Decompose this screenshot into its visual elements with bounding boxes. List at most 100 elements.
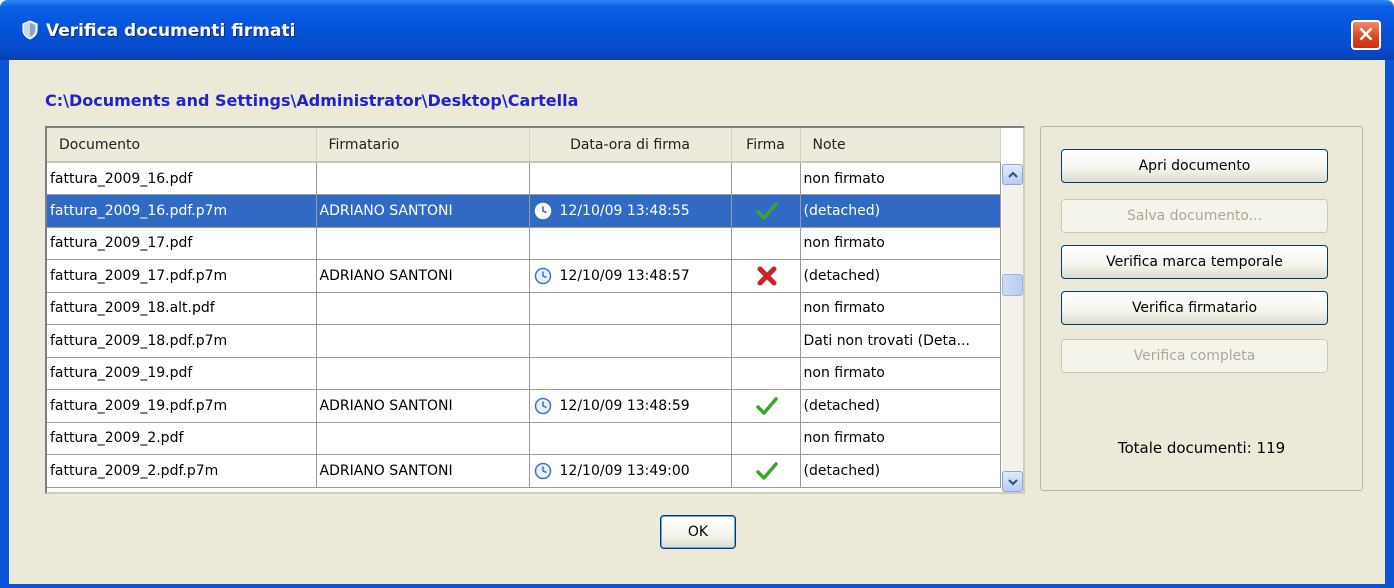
cell-firmatario[interactable] <box>316 227 530 260</box>
cell-note[interactable]: non firmato <box>800 162 1001 195</box>
cell-firmatario[interactable] <box>316 162 530 195</box>
cell-data-ora[interactable] <box>529 324 732 358</box>
folder-path: C:\Documents and Settings\Administrator\… <box>45 91 579 110</box>
cell-note[interactable]: non firmato <box>800 292 1001 325</box>
timestamp: 12/10/09 13:48:55 <box>533 202 731 220</box>
cell-firma[interactable] <box>731 454 801 488</box>
table-row[interactable]: fattura_2009_17.pdf non firmato <box>47 227 1001 260</box>
column-header-firma[interactable]: Firma <box>731 128 801 163</box>
cell-note[interactable]: non firmato <box>800 422 1001 455</box>
timestamp: 12/10/09 13:48:59 <box>533 397 731 415</box>
cell-firma[interactable] <box>731 422 801 455</box>
ok-button[interactable]: OK <box>660 515 736 549</box>
cell-data-ora[interactable] <box>529 292 732 325</box>
cell-data-ora[interactable] <box>529 227 732 260</box>
table-row[interactable]: fattura_2009_19.pdf.p7m ADRIANO SANTONI 12… <box>47 389 1001 423</box>
signature-valid-icon <box>756 397 778 415</box>
timestamp-text: 12/10/09 13:48:55 <box>559 202 690 219</box>
documents-grid: Documento Firmatario Data-ora di firma F… <box>47 128 1001 488</box>
chevron-up-icon <box>1007 171 1018 178</box>
documents-table: Documento Firmatario Data-ora di firma F… <box>45 126 1025 494</box>
table-row[interactable]: fattura_2009_16.pdf.p7m ADRIANO SANTONI 12… <box>47 194 1001 228</box>
table-row[interactable]: fattura_2009_16.pdf non firmato <box>47 162 1001 195</box>
cell-firmatario[interactable] <box>316 422 530 455</box>
cell-firmatario[interactable] <box>316 357 530 390</box>
verify-signer-button[interactable]: Verifica firmatario <box>1061 291 1328 325</box>
cell-firma[interactable] <box>731 292 801 325</box>
cell-firma[interactable] <box>731 259 801 293</box>
close-icon: × <box>1356 22 1376 47</box>
cell-documento[interactable]: fattura_2009_18.pdf.p7m <box>47 324 317 358</box>
save-document-button[interactable]: Salva documento... <box>1061 199 1328 233</box>
cell-firmatario[interactable]: ADRIANO SANTONI <box>316 259 530 293</box>
scroll-up-button[interactable] <box>1002 164 1023 185</box>
table-row[interactable]: fattura_2009_2.pdf non firmato <box>47 422 1001 455</box>
cell-documento[interactable]: fattura_2009_2.pdf.p7m <box>47 454 317 488</box>
cell-note[interactable]: non firmato <box>800 357 1001 390</box>
cell-data-ora[interactable]: 12/10/09 13:48:59 <box>529 389 732 423</box>
cell-note[interactable]: (detached) <box>800 194 1001 228</box>
cell-documento[interactable]: fattura_2009_2.pdf <box>47 422 317 455</box>
cell-firma[interactable] <box>731 357 801 390</box>
dialog-body: C:\Documents and Settings\Administrator\… <box>9 60 1385 584</box>
cell-firma[interactable] <box>731 227 801 260</box>
cell-data-ora[interactable] <box>529 357 732 390</box>
signature-invalid-icon <box>757 266 777 286</box>
column-header-note[interactable]: Note <box>800 128 1001 163</box>
cell-documento[interactable]: fattura_2009_18.alt.pdf <box>47 292 317 325</box>
column-header-data-ora[interactable]: Data-ora di firma <box>529 128 732 163</box>
table-row[interactable]: fattura_2009_18.alt.pdf non firmato <box>47 292 1001 325</box>
cell-data-ora[interactable] <box>529 162 732 195</box>
column-header-documento[interactable]: Documento <box>47 128 317 163</box>
table-row[interactable]: fattura_2009_2.pdf.p7m ADRIANO SANTONI 12/… <box>47 454 1001 488</box>
cell-firmatario[interactable] <box>316 324 530 358</box>
cell-documento[interactable]: fattura_2009_16.pdf <box>47 162 317 195</box>
scroll-thumb[interactable] <box>1002 274 1023 296</box>
cell-documento[interactable]: fattura_2009_19.pdf.p7m <box>47 389 317 423</box>
open-document-button[interactable]: Apri documento <box>1061 149 1328 183</box>
cell-note[interactable]: Dati non trovati (Deta... <box>800 324 1001 358</box>
timestamp-text: 12/10/09 13:48:59 <box>559 397 690 414</box>
table-row[interactable]: fattura_2009_19.pdf non firmato <box>47 357 1001 390</box>
cell-firmatario[interactable] <box>316 292 530 325</box>
cell-note[interactable]: (detached) <box>800 454 1001 488</box>
clock-icon <box>534 202 551 219</box>
title-bar[interactable]: Verifica documenti firmati × <box>0 0 1394 60</box>
column-header-firmatario[interactable]: Firmatario <box>316 128 530 163</box>
cell-note[interactable]: non firmato <box>800 227 1001 260</box>
cell-data-ora[interactable] <box>529 422 732 455</box>
timestamp: 12/10/09 13:49:00 <box>533 462 731 480</box>
cell-data-ora[interactable]: 12/10/09 13:48:57 <box>529 259 732 293</box>
cell-firma[interactable] <box>731 324 801 358</box>
cell-note[interactable]: (detached) <box>800 259 1001 293</box>
table-row[interactable]: fattura_2009_18.pdf.p7m Dati non trovati … <box>47 324 1001 358</box>
verify-timestamp-button[interactable]: Verifica marca temporale <box>1061 245 1328 279</box>
cell-documento[interactable]: fattura_2009_17.pdf.p7m <box>47 259 317 293</box>
cell-note[interactable]: (detached) <box>800 389 1001 423</box>
total-documents: Totale documenti: 119 <box>1117 439 1286 457</box>
cell-firma[interactable] <box>731 389 801 423</box>
timestamp-text: 12/10/09 13:48:57 <box>559 267 690 284</box>
vertical-scrollbar[interactable] <box>1002 164 1023 492</box>
cell-firma[interactable] <box>731 162 801 195</box>
clock-icon <box>534 462 551 479</box>
cell-documento[interactable]: fattura_2009_17.pdf <box>47 227 317 260</box>
cell-data-ora[interactable]: 12/10/09 13:48:55 <box>529 194 732 228</box>
table-row[interactable]: fattura_2009_17.pdf.p7m ADRIANO SANTONI 12… <box>47 259 1001 293</box>
cell-documento[interactable]: fattura_2009_16.pdf.p7m <box>47 194 317 228</box>
cell-firmatario[interactable]: ADRIANO SANTONI <box>316 454 530 488</box>
clock-icon <box>534 397 551 414</box>
signature-valid-icon <box>756 462 778 480</box>
timestamp: 12/10/09 13:48:57 <box>533 267 731 285</box>
timestamp-text: 12/10/09 13:49:00 <box>559 462 690 479</box>
verify-complete-button[interactable]: Verifica completa <box>1061 339 1328 373</box>
close-button[interactable]: × <box>1351 20 1381 50</box>
clock-icon <box>534 267 551 284</box>
shield-icon <box>22 20 38 40</box>
cell-firma[interactable] <box>731 194 801 228</box>
cell-documento[interactable]: fattura_2009_19.pdf <box>47 357 317 390</box>
cell-firmatario[interactable]: ADRIANO SANTONI <box>316 389 530 423</box>
cell-data-ora[interactable]: 12/10/09 13:49:00 <box>529 454 732 488</box>
scroll-down-button[interactable] <box>1002 471 1023 492</box>
cell-firmatario[interactable]: ADRIANO SANTONI <box>316 194 530 228</box>
